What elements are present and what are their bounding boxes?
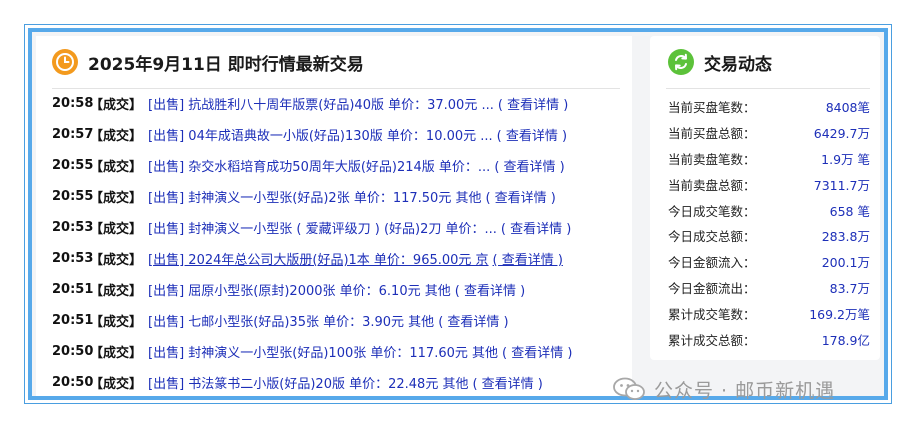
wechat-icon	[612, 376, 646, 402]
trade-time: 20:50	[52, 344, 94, 359]
content-frame: 2025年9月11日 即时行情最新交易 20:58 【成交】 [出售] 抗战胜利…	[28, 28, 888, 400]
trade-activity-header: 交易动态	[668, 44, 772, 80]
stat-row: 累计成交笔数： 169.2万笔	[668, 300, 870, 326]
view-details-link[interactable]: ( 查看详情 )	[498, 94, 568, 113]
view-details-link[interactable]: ( 查看详情 )	[493, 249, 563, 268]
trade-row: 20:58 【成交】 [出售] 抗战胜利八十周年版票(好品)40版 单价：37.…	[52, 88, 626, 119]
stat-value: 1.9万 笔	[821, 151, 870, 167]
trade-row: 20:55 【成交】 [出售] 封神演义一小型张(好品)2张 单价：117.50…	[52, 181, 626, 212]
stat-value: 283.8万	[821, 229, 870, 245]
trade-link[interactable]: [出售] 七邮小型张(好品)35张 单价：3.90元 其他	[148, 311, 434, 330]
stats-list: 当前买盘笔数： 8408笔 当前买盘总额： 6429.7万 当前卖盘笔数： 1.…	[668, 94, 870, 352]
trade-link[interactable]: [出售] 抗战胜利八十周年版票(好品)40版 单价：37.00元 ...	[148, 94, 494, 113]
view-details-link[interactable]: ( 查看详情 )	[494, 156, 564, 175]
stat-row: 当前买盘笔数： 8408笔	[668, 94, 870, 120]
trade-list: 20:58 【成交】 [出售] 抗战胜利八十周年版票(好品)40版 单价：37.…	[52, 88, 626, 396]
latest-trades-header: 2025年9月11日 即时行情最新交易	[52, 44, 364, 80]
trade-link[interactable]: [出售] 封神演义一小型张 ( 爱藏评级刀 ) (好品)2刀 单价：...	[148, 218, 497, 237]
watermark-text: 公众号 · 邮币新机遇	[654, 379, 836, 402]
trade-activity-title: 交易动态	[704, 54, 772, 75]
stat-label: 今日成交总额：	[668, 229, 756, 245]
trade-time: 20:50	[52, 375, 94, 390]
wechat-watermark: 公众号 · 邮币新机遇	[612, 374, 835, 404]
stat-value: 7311.7万	[813, 177, 870, 193]
trade-link-hovered[interactable]: [出售] 2024年总公司大版册(好品)1本 单价：965.00元 京	[148, 249, 489, 268]
stat-row: 累计成交总额： 178.9亿	[668, 326, 870, 352]
trade-row: 20:53 【成交】 [出售] 封神演义一小型张 ( 爱藏评级刀 ) (好品)2…	[52, 212, 626, 243]
stat-label: 当前卖盘笔数：	[668, 151, 756, 167]
trade-activity-panel: 交易动态 当前买盘笔数： 8408笔 当前买盘总额： 6429.7万 当前卖盘笔…	[650, 36, 880, 360]
stat-value: 178.9亿	[821, 332, 870, 348]
view-details-link[interactable]: ( 查看详情 )	[438, 311, 508, 330]
view-details-link[interactable]: ( 查看详情 )	[455, 280, 525, 299]
clock-icon	[52, 49, 78, 75]
trade-row: 20:55 【成交】 [出售] 杂交水稻培育成功50周年大版(好品)214版 单…	[52, 150, 626, 181]
stat-value: 658 笔	[829, 203, 870, 219]
trade-link[interactable]: [出售] 书法篆书二小版(好品)20版 单价：22.48元 其他	[148, 373, 468, 392]
stat-row: 今日成交总额： 283.8万	[668, 223, 870, 249]
view-details-link[interactable]: ( 查看详情 )	[485, 187, 555, 206]
trade-status: 【成交】	[90, 129, 143, 144]
trade-link[interactable]: [出售] 杂交水稻培育成功50周年大版(好品)214版 单价：...	[148, 156, 490, 175]
trade-time: 20:58	[52, 96, 94, 111]
trade-time: 20:53	[52, 220, 94, 235]
trade-link[interactable]: [出售] 封神演义一小型张(好品)2张 单价：117.50元 其他	[148, 187, 481, 206]
stat-row: 今日金额流出： 83.7万	[668, 275, 870, 301]
stat-row: 今日成交笔数： 658 笔	[668, 197, 870, 223]
trade-row: 20:50 【成交】 [出售] 书法篆书二小版(好品)20版 单价：22.48元…	[52, 367, 626, 396]
stat-label: 当前买盘总额：	[668, 126, 756, 142]
trade-status: 【成交】	[90, 315, 143, 330]
stat-value: 83.7万	[829, 280, 870, 296]
stat-label: 当前买盘笔数：	[668, 100, 756, 116]
stat-label: 今日金额流出：	[668, 280, 756, 296]
trade-link[interactable]: [出售] 封神演义一小型张(好品)100张 单价：117.60元 其他	[148, 342, 498, 361]
stat-label: 今日成交笔数：	[668, 203, 756, 219]
stat-label: 今日金额流入：	[668, 255, 756, 271]
stat-row: 今日金额流入： 200.1万	[668, 249, 870, 275]
stat-value: 169.2万笔	[809, 306, 870, 322]
trade-time: 20:55	[52, 189, 94, 204]
view-details-link[interactable]: ( 查看详情 )	[501, 218, 571, 237]
view-details-link[interactable]: ( 查看详情 )	[472, 373, 542, 392]
view-details-link[interactable]: ( 查看详情 )	[497, 125, 567, 144]
trade-row: 20:53 【成交】 [出售] 2024年总公司大版册(好品)1本 单价：965…	[52, 243, 626, 274]
stat-label: 累计成交总额：	[668, 332, 756, 348]
trade-time: 20:57	[52, 127, 94, 142]
trade-time: 20:51	[52, 282, 94, 297]
latest-trades-title: 2025年9月11日 即时行情最新交易	[88, 54, 364, 75]
stat-row: 当前买盘总额： 6429.7万	[668, 120, 870, 146]
trade-row: 20:51 【成交】 [出售] 屈原小型张(原封)2000张 单价：6.10元 …	[52, 274, 626, 305]
trade-link[interactable]: [出售] 04年成语典故一小版(好品)130版 单价：10.00元 ...	[148, 125, 493, 144]
trade-time: 20:55	[52, 158, 94, 173]
stat-value: 6429.7万	[813, 126, 870, 142]
trade-row: 20:50 【成交】 [出售] 封神演义一小型张(好品)100张 单价：117.…	[52, 336, 626, 367]
trade-status: 【成交】	[90, 160, 143, 175]
trade-status: 【成交】	[90, 253, 143, 268]
stat-value: 200.1万	[821, 255, 870, 271]
trade-row: 20:57 【成交】 [出售] 04年成语典故一小版(好品)130版 单价：10…	[52, 119, 626, 150]
trade-status: 【成交】	[90, 191, 143, 206]
stat-value: 8408笔	[825, 100, 870, 116]
trade-link[interactable]: [出售] 屈原小型张(原封)2000张 单价：6.10元 其他	[148, 280, 451, 299]
stat-label: 当前卖盘总额：	[668, 177, 756, 193]
trade-status: 【成交】	[90, 377, 143, 392]
latest-trades-panel: 2025年9月11日 即时行情最新交易 20:58 【成交】 [出售] 抗战胜利…	[36, 36, 632, 396]
swap-arrows-icon	[668, 49, 694, 75]
trade-row: 20:51 【成交】 [出售] 七邮小型张(好品)35张 单价：3.90元 其他…	[52, 305, 626, 336]
header-divider	[666, 88, 870, 89]
stat-label: 累计成交笔数：	[668, 306, 756, 322]
trade-status: 【成交】	[90, 222, 143, 237]
stat-row: 当前卖盘笔数： 1.9万 笔	[668, 146, 870, 172]
trade-time: 20:51	[52, 313, 94, 328]
trade-time: 20:53	[52, 251, 94, 266]
trade-status: 【成交】	[90, 346, 143, 361]
trade-status: 【成交】	[90, 284, 143, 299]
view-details-link[interactable]: ( 查看详情 )	[502, 342, 572, 361]
stat-row: 当前卖盘总额： 7311.7万	[668, 171, 870, 197]
trade-status: 【成交】	[90, 98, 143, 113]
